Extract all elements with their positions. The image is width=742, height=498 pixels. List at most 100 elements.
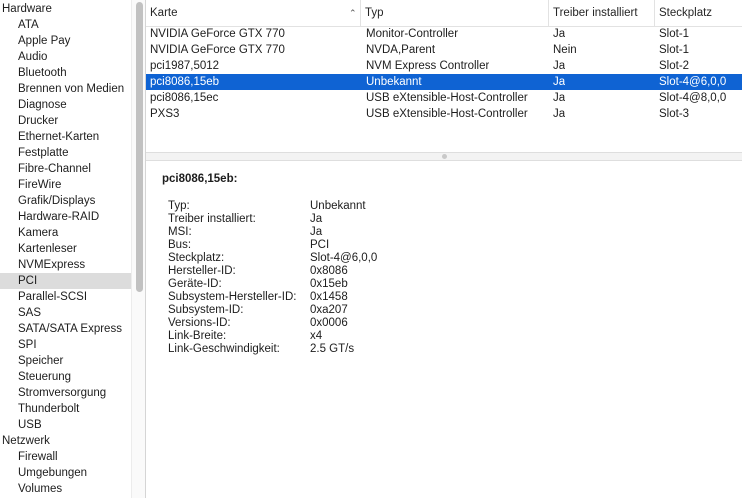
property-value: Ja bbox=[310, 226, 323, 238]
table-cell-treiber: Nein bbox=[553, 44, 577, 56]
sidebar-item[interactable]: Brennen von Medien bbox=[0, 81, 131, 97]
table-header: Karte ⌃ Typ Treiber installiert Steckpla… bbox=[146, 0, 742, 27]
sidebar-item[interactable]: NVMExpress bbox=[0, 257, 131, 273]
sidebar-item[interactable]: SPI bbox=[0, 337, 131, 353]
sidebar-item[interactable]: Parallel-SCSI bbox=[0, 289, 131, 305]
table-row[interactable]: NVIDIA GeForce GTX 770 Monitor-Controller… bbox=[146, 26, 742, 42]
table-cell-steckplatz: Slot-1 bbox=[659, 28, 690, 40]
sidebar-item[interactable]: Bluetooth bbox=[0, 65, 131, 81]
sidebar-item[interactable]: USB bbox=[0, 417, 131, 433]
sidebar-item[interactable]: ATA bbox=[0, 17, 131, 33]
sidebar-item[interactable]: Firewall bbox=[0, 449, 131, 465]
sidebar-item[interactable]: Audio bbox=[0, 49, 131, 65]
sidebar-item[interactable]: Kamera bbox=[0, 225, 131, 241]
table-cell-karte: NVIDIA GeForce GTX 770 bbox=[150, 44, 285, 56]
property-value: 0xa207 bbox=[310, 304, 348, 316]
sidebar-scrollbar-thumb[interactable] bbox=[136, 2, 143, 292]
sidebar-scrollbar[interactable] bbox=[131, 0, 146, 498]
table-row[interactable]: pci8086,15ec USB eXtensible-Host-Controll… bbox=[146, 90, 742, 106]
table-cell-steckplatz: Slot-2 bbox=[659, 60, 690, 72]
table-cell-steckplatz: Slot-3 bbox=[659, 108, 690, 120]
property-key: Steckplatz: bbox=[168, 252, 225, 264]
property-key: Hersteller-ID: bbox=[168, 265, 236, 277]
main-pane: Karte ⌃ Typ Treiber installiert Steckpla… bbox=[146, 0, 742, 498]
table-cell-steckplatz: Slot-1 bbox=[659, 44, 690, 56]
property-key: Link-Breite: bbox=[168, 330, 227, 342]
sidebar-item[interactable]: Hardware-RAID bbox=[0, 209, 131, 225]
table-cell-karte: pci8086,15ec bbox=[150, 92, 219, 104]
table-cell-karte: PXS3 bbox=[150, 108, 180, 120]
sidebar-item[interactable]: Grafik/Displays bbox=[0, 193, 131, 209]
table-cell-karte: pci1987,5012 bbox=[150, 60, 220, 72]
sidebar-item[interactable]: Thunderbolt bbox=[0, 401, 131, 417]
property-value: 0x0006 bbox=[310, 317, 348, 329]
table-cell-typ: NVM Express Controller bbox=[366, 60, 490, 72]
sidebar-item[interactable]: SATA/SATA Express bbox=[0, 321, 131, 337]
table-row[interactable]: PXS3 USB eXtensible-Host-Controller Ja Slot… bbox=[146, 106, 742, 122]
property-key: Treiber installiert: bbox=[168, 213, 256, 225]
sort-ascending-icon[interactable]: ⌃ bbox=[349, 0, 357, 26]
sidebar-item[interactable]: Ethernet-Karten bbox=[0, 129, 131, 145]
table-cell-typ: USB eXtensible-Host-Controller bbox=[366, 92, 528, 104]
sidebar-item[interactable]: Fibre-Channel bbox=[0, 161, 131, 177]
table-cell-typ: NVDA,Parent bbox=[366, 44, 436, 56]
split-handle-icon[interactable] bbox=[442, 154, 447, 159]
property-key: Bus: bbox=[168, 239, 192, 251]
detail-pane: pci8086,15eb: Typ: Unbekannt Treiber insta… bbox=[146, 161, 742, 498]
table-cell-karte: NVIDIA GeForce GTX 770 bbox=[150, 28, 285, 40]
column-header-steckplatz[interactable]: Steckplatz bbox=[654, 0, 742, 26]
sidebar-group[interactable]: Netzwerk bbox=[0, 433, 131, 449]
property-value: 2.5 GT/s bbox=[310, 343, 355, 355]
property-value: PCI bbox=[310, 239, 330, 251]
sidebar-item[interactable]: Kartenleser bbox=[0, 241, 131, 257]
property-value: 0x8086 bbox=[310, 265, 348, 277]
sidebar-group[interactable]: Hardware bbox=[0, 1, 131, 17]
property-key: Subsystem-Hersteller-ID: bbox=[168, 291, 297, 303]
column-header-karte[interactable]: Karte bbox=[146, 0, 360, 26]
table-cell-treiber: Ja bbox=[553, 28, 566, 40]
sidebar-item[interactable]: Stromversorgung bbox=[0, 385, 131, 401]
split-view-divider[interactable] bbox=[146, 152, 742, 161]
property-value: Unbekannt bbox=[310, 200, 366, 212]
sidebar-item[interactable]: Speicher bbox=[0, 353, 131, 369]
table-row[interactable]: pci8086,15eb Unbekannt Ja Slot-4@6,0,0 bbox=[146, 74, 742, 90]
sidebar-item[interactable]: Festplatte bbox=[0, 145, 131, 161]
property-value: 0x15eb bbox=[310, 278, 348, 290]
sidebar-item[interactable]: Diagnose bbox=[0, 97, 131, 113]
property-key: MSI: bbox=[168, 226, 192, 238]
column-header-typ[interactable]: Typ bbox=[360, 0, 548, 26]
table-cell-treiber: Ja bbox=[553, 76, 566, 88]
property-value: Ja bbox=[310, 213, 323, 225]
table-cell-treiber: Ja bbox=[553, 108, 566, 120]
property-key: Typ: bbox=[168, 200, 190, 212]
table-cell-treiber: Ja bbox=[553, 92, 566, 104]
sidebar-item[interactable]: Drucker bbox=[0, 113, 131, 129]
column-header-label: Treiber installiert bbox=[553, 7, 638, 19]
table-row[interactable]: NVIDIA GeForce GTX 770 NVDA,Parent Nein Slo… bbox=[146, 42, 742, 58]
sidebar-item[interactable]: Volumes bbox=[0, 481, 131, 497]
sidebar-item[interactable]: FireWire bbox=[0, 177, 131, 193]
table-row[interactable]: pci1987,5012 NVM Express Controller Ja Slot… bbox=[146, 58, 742, 74]
table-cell-typ: Monitor-Controller bbox=[366, 28, 459, 40]
pci-device-table: Karte ⌃ Typ Treiber installiert Steckpla… bbox=[146, 0, 742, 152]
sidebar-item[interactable]: PCI bbox=[0, 273, 131, 289]
table-cell-treiber: Ja bbox=[553, 60, 566, 72]
table-cell-steckplatz: Slot-4@8,0,0 bbox=[659, 92, 727, 104]
property-key: Subsystem-ID: bbox=[168, 304, 244, 316]
detail-title: pci8086,15eb: bbox=[162, 173, 238, 185]
property-value: x4 bbox=[310, 330, 323, 342]
sidebar-item[interactable]: Steuerung bbox=[0, 369, 131, 385]
property-value: Slot-4@6,0,0 bbox=[310, 252, 378, 264]
sidebar-item[interactable]: Umgebungen bbox=[0, 465, 131, 481]
table-cell-typ: Unbekannt bbox=[366, 76, 422, 88]
sidebar-item[interactable]: SAS bbox=[0, 305, 131, 321]
column-header-label: Steckplatz bbox=[659, 7, 713, 19]
table-cell-typ: USB eXtensible-Host-Controller bbox=[366, 108, 528, 120]
sidebar-item[interactable]: Apple Pay bbox=[0, 33, 131, 49]
sidebar: Hardware ATA Apple Pay Audio Bluetooth Brenne… bbox=[0, 0, 131, 498]
property-key: Link-Geschwindigkeit: bbox=[168, 343, 280, 355]
property-value: 0x1458 bbox=[310, 291, 348, 303]
column-header-label: Karte bbox=[150, 7, 178, 19]
property-key: Versions-ID: bbox=[168, 317, 231, 329]
column-header-treiber[interactable]: Treiber installiert bbox=[548, 0, 654, 26]
